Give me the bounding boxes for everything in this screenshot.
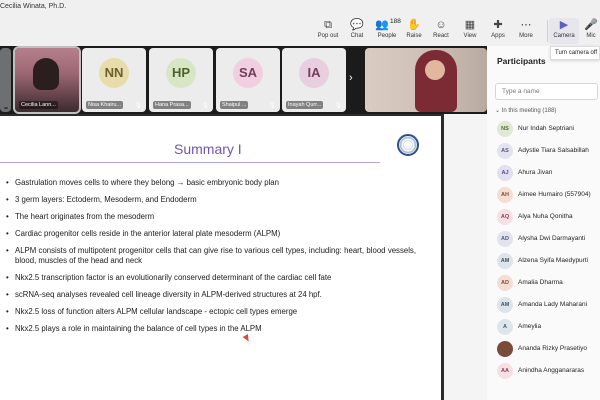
raise-hand-icon: ✋ xyxy=(407,19,421,31)
apps-icon: ✚ xyxy=(493,19,503,31)
participant-name: Alya Nuha Qonitha xyxy=(518,213,573,220)
slide-title: Summary I xyxy=(174,141,242,157)
chat-icon: 💬 xyxy=(350,19,364,31)
presenter-face xyxy=(425,60,445,80)
participant-row[interactable]: A Ameylia xyxy=(487,317,600,339)
bullet-item: scRNA-seq analyses revealed cell lineage… xyxy=(6,290,416,300)
mic-muted-icon: 🎙 xyxy=(268,103,276,109)
participant-row[interactable]: AM Amanda Lady Maharani xyxy=(487,295,600,317)
bullet-item: Nkx2.5 transcription factor is an evolut… xyxy=(6,273,416,283)
bullet-item: Gastrulation moves cells to where they b… xyxy=(6,178,416,188)
tile-nisa[interactable]: NN Nisa Khairu... 🎙 xyxy=(82,48,146,112)
avatar: NS xyxy=(497,121,513,137)
mic-muted-icon: 🎙 xyxy=(134,103,142,109)
avatar: AM xyxy=(497,253,513,269)
react-icon: ☺ xyxy=(435,19,447,31)
meeting-toolbar: Cecilia Winata, Ph.D. ⧉ Pop out 💬 Chat 👥… xyxy=(0,0,600,46)
apps-button[interactable]: ✚ Apps xyxy=(483,18,513,44)
participant-name: Alysha Dwi Darmayanti xyxy=(518,235,586,242)
avatar: IA xyxy=(299,58,329,88)
bullet-item: 3 germ layers: Ectoderm, Mesoderm, and E… xyxy=(6,195,416,205)
avatar: AD xyxy=(497,275,513,291)
slide-edge xyxy=(441,114,444,400)
avatar: AD xyxy=(497,231,513,247)
meeting-title: Cecilia Winata, Ph.D. xyxy=(0,3,67,10)
camera-button[interactable]: ▶ Camera xyxy=(549,18,579,44)
chevron-right-icon[interactable]: › xyxy=(349,72,353,84)
video-tile[interactable] xyxy=(0,48,11,112)
bullet-item: Cardiac progenitor cells reside in the a… xyxy=(6,229,416,239)
avatar: AS xyxy=(497,143,513,159)
participant-row[interactable]: AJ Ahura Jivan xyxy=(487,163,600,185)
participant-row[interactable]: AD Amalia Dharma xyxy=(487,273,600,295)
chat-button[interactable]: 💬 Chat xyxy=(342,18,372,44)
pop-out-icon: ⧉ xyxy=(324,19,332,31)
bullet-item: Nkx2.5 plays a role in maintaining the b… xyxy=(6,324,416,334)
avatar xyxy=(497,341,513,357)
participant-row[interactable]: AA Anindha Angganararas xyxy=(487,361,600,383)
view-icon: ▦ xyxy=(464,19,476,31)
avatar: AM xyxy=(497,297,513,313)
avatar: HP xyxy=(166,58,196,88)
participant-name: Anindha Angganararas xyxy=(518,367,585,374)
more-icon: ⋯ xyxy=(520,19,532,31)
participant-name: Ahura Jivan xyxy=(518,169,553,176)
tile-hana[interactable]: HP Hana Prasa... 🎙 xyxy=(149,48,213,112)
participant-name: Amanda Lady Maharani xyxy=(518,301,588,308)
react-button[interactable]: ☺ React xyxy=(426,18,456,44)
participants-panel: Participants ⌄ In this meeting (188) NSN… xyxy=(487,46,600,400)
pop-out-button[interactable]: ⧉ Pop out xyxy=(313,18,343,44)
participant-row[interactable]: AQ Alya Nuha Qonitha xyxy=(487,207,600,229)
chevron-down-icon: ⌄ xyxy=(495,108,502,114)
participant-name: Amalia Dharma xyxy=(518,279,563,286)
participant-strip: Cecilia Lann... NN Nisa Khairu... 🎙 HP H… xyxy=(0,46,487,114)
tile-shaipul[interactable]: SA Shaipul ... 🎙 xyxy=(216,48,280,112)
participant-name: Ameylia xyxy=(518,323,542,330)
participant-row[interactable]: AM Alzena Syifa Maedypurti xyxy=(487,251,600,273)
avatar: AQ xyxy=(497,209,513,225)
toolbar-divider xyxy=(547,20,548,42)
mic-icon: 🎤 xyxy=(584,19,598,31)
mic-muted-icon: 🎙 xyxy=(201,103,209,109)
video-tile-cecilia[interactable]: Cecilia Lann... xyxy=(13,46,81,114)
panel-title: Participants xyxy=(497,56,546,66)
shared-slide: Summary I Gastrulation moves cells to wh… xyxy=(0,114,441,400)
slide-bullets: Gastrulation moves cells to where they b… xyxy=(6,178,416,341)
participant-name: Adystie Tiara Salsabillah xyxy=(518,147,589,154)
participant-name: Nur Indah Septriani xyxy=(518,125,575,132)
raise-hand-button[interactable]: ✋ Raise xyxy=(399,18,429,44)
mic-muted-icon: 🎙 xyxy=(334,103,342,109)
avatar: SA xyxy=(233,58,263,88)
participant-list: NS Nur Indah Septriani AS Adystie Tiara Sal… xyxy=(487,119,600,383)
participant-row[interactable]: AS Adystie Tiara Salsabillah xyxy=(487,141,600,163)
title-underline xyxy=(0,162,380,163)
camera-icon: ▶ xyxy=(559,19,569,31)
participant-search-input[interactable] xyxy=(495,83,598,100)
participant-row[interactable]: Ananda Rizky Prasetiyo xyxy=(487,339,600,361)
bullet-item: Nkx2.5 loss of function alters ALPM cell… xyxy=(6,307,416,317)
camera-tooltip: Turn camera off xyxy=(550,46,600,60)
bullet-item: The heart originates from the mesoderm xyxy=(6,212,416,222)
section-header[interactable]: ⌄ In this meeting (188) xyxy=(495,107,556,114)
avatar: AH xyxy=(497,187,513,203)
participant-row[interactable]: AH Aimee Humairo (557904) xyxy=(487,185,600,207)
avatar: AJ xyxy=(497,165,513,181)
participant-row[interactable]: AD Alysha Dwi Darmayanti xyxy=(487,229,600,251)
view-button[interactable]: ▦ View xyxy=(455,18,485,44)
participant-row[interactable]: NS Nur Indah Septriani xyxy=(487,119,600,141)
participant-name: Aimee Humairo (557904) xyxy=(518,191,591,198)
tile-inayah[interactable]: IA Inayah Qurr... 🎙 xyxy=(282,48,346,112)
bullet-item: ALPM consists of multipotent progenitor … xyxy=(6,246,416,266)
avatar: A xyxy=(497,319,513,335)
avatar: AA xyxy=(497,363,513,379)
avatar: NN xyxy=(99,58,129,88)
participant-video-silhouette xyxy=(33,58,59,90)
participant-name: Ananda Rizky Prasetiyo xyxy=(518,345,588,352)
mic-button[interactable]: 🎤 Mic xyxy=(582,18,600,44)
participant-name: Alzena Syifa Maedypurti xyxy=(518,257,589,264)
more-button[interactable]: ⋯ More xyxy=(511,18,541,44)
presenter-video-tile[interactable] xyxy=(365,48,487,112)
university-logo xyxy=(397,134,419,156)
